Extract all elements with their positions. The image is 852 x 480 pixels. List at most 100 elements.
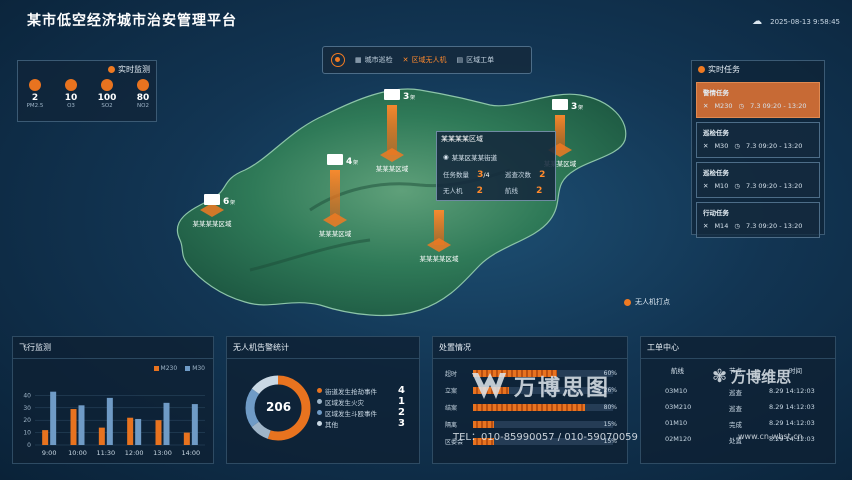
legend-m30: M30 xyxy=(185,365,205,372)
popup-route-label: 航线 xyxy=(505,187,518,195)
marker-label: 某某某区域 xyxy=(319,229,352,238)
node-cell: 巡查 xyxy=(729,405,742,413)
alert-stat-row: 区域发生斗殴事件 2 xyxy=(317,407,405,418)
bar-m30 xyxy=(50,391,57,445)
x-tick-label: 13:00 xyxy=(153,449,172,457)
air-item-o3: 10 O3 xyxy=(60,79,82,109)
marker-pillar xyxy=(330,170,340,220)
bullet-icon xyxy=(317,421,322,426)
workorder-title: 工单中心 xyxy=(641,337,835,359)
flight-bar-chart: 0 10 20 30 40 9:00 10:00 11:30 12:00 13:00 14:00 xyxy=(23,391,205,457)
handling-label: 超时 xyxy=(445,371,458,378)
building-icon: ▦ xyxy=(355,56,362,64)
node-cell: 完成 xyxy=(729,421,742,429)
handling-bar-fill xyxy=(473,421,494,428)
x-tick-label: 10:00 xyxy=(68,449,87,457)
air-item-pm25: 2 PM2.5 xyxy=(24,79,46,109)
alert-stat-row: 其他 3 xyxy=(317,418,405,429)
marker-unit: 架 xyxy=(410,95,415,101)
popup-uav-value: 2 xyxy=(476,186,483,196)
alert-label: 区域发生斗殴事件 xyxy=(325,409,377,418)
handling-title: 处置情况 xyxy=(433,337,627,359)
clock-icon: ◷ xyxy=(738,102,745,110)
nav-item-region-workorder[interactable]: ▤ 区域工单 xyxy=(457,55,495,65)
uav-stats-panel: 无人机告警统计 206 街道发生抢劫事件 4 区域发生火灾 1 区域发生斗殴事件 2 其他 3 xyxy=(226,336,420,464)
popup-task-total: /4 xyxy=(483,171,490,179)
watermark-tel: TEL：010-85990057 / 010-59070059 xyxy=(453,432,638,443)
drone-icon: ✕ xyxy=(703,142,709,150)
task-card[interactable]: 警情任务 ✕ M230 ◷ 7.3 09:20 - 13:20 xyxy=(696,82,820,118)
popup-address: 某某区某某街道 xyxy=(451,154,498,162)
nav-item-region-drone[interactable]: ✕ 区域无人机 xyxy=(403,55,447,65)
popup-inspect-label: 巡查次数 xyxy=(505,171,531,179)
drone-icon xyxy=(327,154,343,165)
uav-stats-title: 无人机告警统计 xyxy=(227,337,419,359)
air-quality-panel: 实时监测 2 PM2.5 10 O3 100 SO2 80 NO2 xyxy=(17,60,157,122)
watermark-logo: 万博思图 xyxy=(470,370,610,402)
x-tick-label: 14:00 xyxy=(181,449,200,457)
x-tick-label: 9:00 xyxy=(42,449,57,457)
watermark-url: www.cn-wbst.cn xyxy=(738,432,803,441)
handling-pct: 80% xyxy=(603,404,617,411)
clock-icon: ◷ xyxy=(734,222,741,230)
alert-label: 区域发生火灾 xyxy=(325,398,364,407)
x-tick-label: 11:30 xyxy=(96,449,115,457)
bar-m230 xyxy=(98,427,105,445)
bar-m230 xyxy=(127,417,134,445)
bullet-icon xyxy=(317,410,322,415)
marker-count: 3 xyxy=(403,92,409,102)
terrain-map: 6 架某某某某区域4 架某某某区域3 架某某某区域某某某某区域3 架某某某区域 xyxy=(176,88,627,317)
bar-m30 xyxy=(163,402,170,445)
alert-count: 2 xyxy=(398,407,405,418)
flight-title: 飞行监测 xyxy=(13,337,213,359)
alert-count: 4 xyxy=(398,385,405,396)
so2-icon xyxy=(101,79,113,91)
node-cell: 巡查 xyxy=(729,389,742,397)
x-tick-label: 12:00 xyxy=(125,449,144,457)
workorder-panel: 工单中心 航线 节点 时间 03M10 巡查 8.29 14:12:03 03M210… xyxy=(640,336,836,464)
drone-icon: ✕ xyxy=(703,182,709,190)
popup-task-label: 任务数量 xyxy=(443,171,469,179)
bar-m30 xyxy=(106,397,113,445)
air-item-no2: 80 NO2 xyxy=(132,79,154,109)
alert-stat-row: 区域发生火灾 1 xyxy=(317,396,405,407)
alert-label: 街道发生抢劫事件 xyxy=(325,387,377,396)
bar-m230 xyxy=(42,430,49,445)
handling-label: 立案 xyxy=(445,388,458,395)
task-card[interactable]: 巡检任务 ✕ M30 ◷ 7.3 09:20 - 13:20 xyxy=(696,122,820,158)
time-cell: 8.29 14:12:03 xyxy=(769,419,815,427)
route-cell: 03M210 xyxy=(665,403,692,411)
marker-unit: 架 xyxy=(578,105,583,111)
legend-m230: M230 xyxy=(153,365,177,372)
wbst-logo-icon xyxy=(472,373,506,399)
alert-total: 206 xyxy=(266,400,292,414)
no2-icon xyxy=(137,79,149,91)
wbst-mark-icon: ✾ xyxy=(712,366,728,387)
marker-label: 某某某区域 xyxy=(376,164,409,173)
alert-count: 3 xyxy=(398,418,405,429)
handling-bar-track xyxy=(473,421,613,428)
nav-item-city-inspection[interactable]: ▦ 城市巡检 xyxy=(355,55,393,65)
task-card[interactable]: 行动任务 ✕ M14 ◷ 7.3 09:20 - 13:20 xyxy=(696,202,820,238)
cloud-icon: ☁ xyxy=(752,16,763,27)
handling-label: 结案 xyxy=(445,405,458,412)
popup-route-value: 2 xyxy=(536,186,543,196)
marker-count: 6 xyxy=(223,197,229,207)
drone-icon: ✕ xyxy=(703,102,709,110)
clock-icon: ◷ xyxy=(734,182,741,190)
y-tick-label: 0 xyxy=(27,442,31,449)
y-tick-label: 30 xyxy=(23,405,31,412)
panel-marker-icon xyxy=(108,66,115,73)
marker-count: 3 xyxy=(571,102,577,112)
marker-count: 4 xyxy=(346,157,352,167)
popup-inspect-value: 2 xyxy=(539,170,546,180)
map-popup: 某某某某区域 ◉ 某某区某某街道 任务数量 3/4 巡查次数 2 无人机 2 航… xyxy=(436,131,556,201)
handling-bar-fill xyxy=(473,404,585,411)
route-cell: 03M10 xyxy=(665,387,688,395)
task-card[interactable]: 巡检任务 ✕ M10 ◷ 7.3 09:20 - 13:20 xyxy=(696,162,820,198)
datetime: 2025-08-13 9:58:45 xyxy=(770,17,840,26)
marker-unit: 架 xyxy=(230,200,235,206)
marker-pillar xyxy=(387,105,397,155)
nav-logo-icon xyxy=(331,53,345,67)
o3-icon xyxy=(65,79,77,91)
